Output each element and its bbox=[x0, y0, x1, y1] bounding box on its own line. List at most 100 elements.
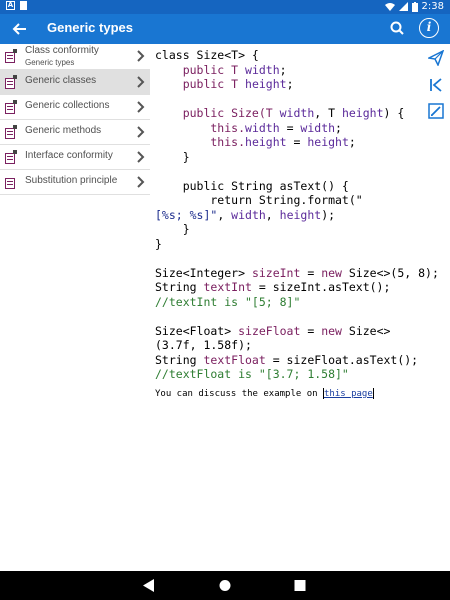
code-line: this.height = height; bbox=[155, 135, 356, 149]
sd-card-icon bbox=[20, 1, 27, 10]
sidebar-item-generic-collections[interactable]: Generic collections bbox=[0, 95, 150, 120]
nav-home-icon[interactable] bbox=[219, 579, 231, 592]
doc-icon bbox=[5, 178, 15, 189]
code-token: public T bbox=[155, 77, 246, 91]
sidebar-item-label: Interface conformity bbox=[25, 150, 113, 161]
code-token: = bbox=[300, 323, 322, 338]
status-time: 2:38 bbox=[421, 1, 444, 12]
send-icon bbox=[426, 49, 445, 67]
code-token: Size<> bbox=[341, 323, 391, 338]
locked-doc-icon bbox=[5, 125, 17, 139]
info-icon: i bbox=[426, 20, 432, 34]
code-line: [%s; %s]", width, height); bbox=[155, 208, 335, 222]
code-token: ); bbox=[321, 207, 336, 222]
code-token: , bbox=[265, 207, 280, 222]
code-token: width bbox=[279, 106, 315, 120]
code-token: width bbox=[231, 207, 266, 222]
code-token: } bbox=[155, 222, 190, 236]
code-token: width bbox=[245, 62, 280, 77]
first-page-button[interactable] bbox=[428, 77, 444, 93]
app-bar: Generic types i bbox=[0, 14, 450, 44]
chevron-right-icon bbox=[137, 151, 145, 163]
code-line: //textFloat is "[3.7; 1.58]" bbox=[155, 367, 349, 381]
code-token: = sizeFloat.asText(); bbox=[265, 352, 419, 367]
sidebar-item-label: Generic methods bbox=[25, 125, 102, 136]
code-token: textInt bbox=[203, 280, 252, 294]
code-token: = bbox=[286, 135, 308, 149]
sidebar-item-label: Class conformity bbox=[25, 45, 99, 56]
code-token: new bbox=[321, 265, 342, 280]
locked-doc-icon bbox=[5, 150, 17, 164]
code-token: this. bbox=[155, 120, 246, 135]
skip-first-icon bbox=[430, 78, 442, 92]
code-token: , bbox=[217, 207, 232, 222]
arrow-back-icon bbox=[12, 23, 26, 35]
back-button[interactable] bbox=[10, 19, 30, 39]
system-nav-bar bbox=[0, 571, 450, 600]
code-token: String bbox=[155, 280, 204, 294]
code-token: height bbox=[279, 207, 322, 222]
code-token: sizeFloat bbox=[238, 323, 301, 338]
chevron-right-icon bbox=[137, 176, 145, 188]
edit-button[interactable] bbox=[428, 103, 444, 119]
code-token: class Size<T> { bbox=[155, 48, 259, 62]
code-token: ; bbox=[279, 62, 287, 77]
code-token: String bbox=[155, 352, 204, 367]
search-button[interactable] bbox=[388, 19, 408, 39]
code-token: = sizeInt.asText(); bbox=[251, 280, 391, 294]
code-block: class Size<T> { public T width; public T… bbox=[155, 48, 439, 382]
signal-icon bbox=[398, 2, 408, 11]
code-line: String textFloat = sizeFloat.asText(); bbox=[155, 353, 418, 367]
code-token: ; bbox=[348, 135, 356, 149]
code-line: class Size<T> { bbox=[155, 48, 259, 62]
share-button[interactable] bbox=[426, 49, 445, 67]
sidebar-item-substitution-principle[interactable]: Substitution principle bbox=[0, 170, 150, 195]
code-token: sizeInt bbox=[251, 265, 301, 280]
discuss-text: You can discuss the example on this page bbox=[155, 388, 374, 399]
code-token: (3.7f, 1.58f); bbox=[155, 338, 252, 352]
code-token: height bbox=[245, 135, 287, 149]
code-line: return String.format(" bbox=[155, 193, 363, 207]
notification-a-icon: A bbox=[6, 1, 15, 10]
code-line: this.width = width; bbox=[155, 121, 342, 135]
this-page-link[interactable]: this page bbox=[324, 389, 373, 399]
search-icon bbox=[390, 21, 404, 35]
code-token: } bbox=[155, 149, 190, 164]
sidebar-item-generic-methods[interactable]: Generic methods bbox=[0, 120, 150, 145]
sidebar-item-subtitle: Generic types bbox=[25, 58, 75, 67]
code-token: public String asText() { bbox=[155, 178, 349, 193]
locked-doc-icon bbox=[5, 75, 17, 89]
battery-icon bbox=[411, 1, 418, 12]
code-line: //textInt is "[5; 8]" bbox=[155, 295, 300, 309]
code-line: public Size(T width, T height) { bbox=[155, 106, 405, 120]
code-line: } bbox=[155, 150, 190, 164]
chevron-right-icon bbox=[137, 76, 145, 88]
sidebar-item-interface-conformity[interactable]: Interface conformity bbox=[0, 145, 150, 170]
code-token: = bbox=[279, 120, 301, 135]
page-title: Generic types bbox=[47, 20, 133, 35]
code-token: Size<Integer> bbox=[155, 265, 252, 280]
code-token: width bbox=[245, 120, 280, 135]
status-bar: A 2:38 bbox=[0, 0, 450, 14]
info-button[interactable]: i bbox=[419, 18, 439, 38]
code-token: public T bbox=[155, 62, 246, 77]
discuss-prefix: You can discuss the example on bbox=[155, 389, 323, 399]
code-token: return String.format(" bbox=[155, 193, 363, 207]
nav-recents-icon[interactable] bbox=[294, 579, 306, 592]
code-token: ; bbox=[335, 120, 342, 135]
code-line: String textInt = sizeInt.asText(); bbox=[155, 280, 390, 294]
code-token: Size<>(5, 8); bbox=[341, 265, 439, 280]
sidebar-item-class-conformity[interactable]: Class conformity Generic types bbox=[0, 44, 150, 70]
nav-back-icon[interactable] bbox=[143, 579, 155, 592]
chevron-right-icon bbox=[137, 101, 145, 113]
code-token: public Size(T bbox=[155, 106, 280, 120]
code-token: height bbox=[341, 106, 384, 120]
locked-doc-icon bbox=[5, 49, 17, 63]
code-line: Size<Float> sizeFloat = new Size<> bbox=[155, 324, 390, 338]
code-token: [%s; %s]" bbox=[155, 207, 218, 222]
sidebar-item-generic-classes[interactable]: Generic classes bbox=[0, 70, 150, 95]
chevron-right-icon bbox=[137, 50, 145, 62]
code-line: public T height; bbox=[155, 77, 294, 91]
sidebar-item-label: Substitution principle bbox=[25, 175, 118, 186]
code-token: height bbox=[245, 77, 287, 91]
